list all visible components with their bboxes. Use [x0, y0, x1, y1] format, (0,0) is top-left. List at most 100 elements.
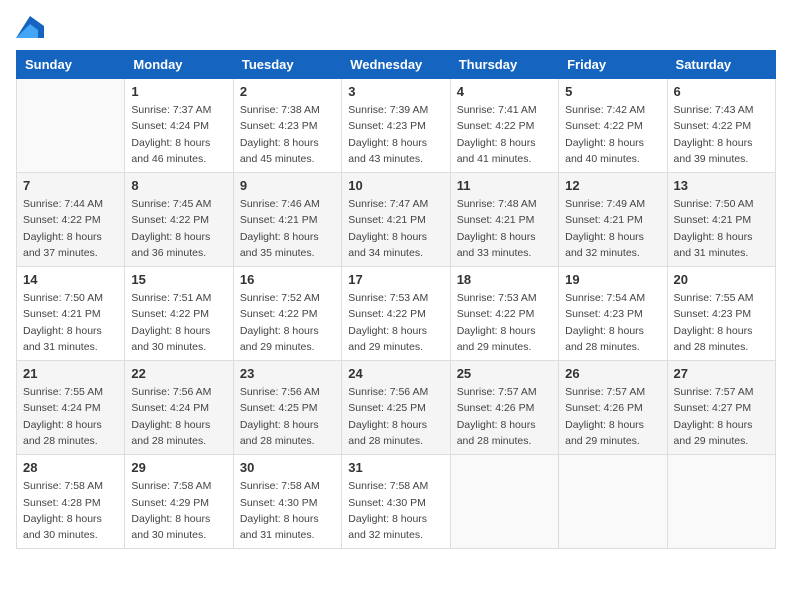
- calendar-day-cell: 25 Sunrise: 7:57 AMSunset: 4:26 PMDayligh…: [450, 361, 558, 455]
- calendar-week-row: 1 Sunrise: 7:37 AMSunset: 4:24 PMDaylight…: [17, 79, 776, 173]
- day-of-week-header: Saturday: [667, 51, 775, 79]
- day-number: 3: [348, 84, 443, 99]
- day-of-week-header: Thursday: [450, 51, 558, 79]
- day-number: 19: [565, 272, 660, 287]
- calendar-week-row: 28 Sunrise: 7:58 AMSunset: 4:28 PMDayligh…: [17, 455, 776, 549]
- day-number: 2: [240, 84, 335, 99]
- day-info: Sunrise: 7:37 AMSunset: 4:24 PMDaylight:…: [131, 102, 226, 167]
- calendar-day-cell: 2 Sunrise: 7:38 AMSunset: 4:23 PMDaylight…: [233, 79, 341, 173]
- day-info: Sunrise: 7:47 AMSunset: 4:21 PMDaylight:…: [348, 196, 443, 261]
- day-info: Sunrise: 7:58 AMSunset: 4:30 PMDaylight:…: [348, 478, 443, 543]
- calendar-day-cell: 26Sunrise: 7:57 AMSunset: 4:26 PMDayligh…: [559, 361, 667, 455]
- calendar-day-cell: 24Sunrise: 7:56 AMSunset: 4:25 PMDayligh…: [342, 361, 450, 455]
- day-number: 8: [131, 178, 226, 193]
- day-number: 21: [23, 366, 118, 381]
- day-number: 14: [23, 272, 118, 287]
- day-number: 9: [240, 178, 335, 193]
- calendar-day-cell: 6 Sunrise: 7:43 AMSunset: 4:22 PMDaylight…: [667, 79, 775, 173]
- calendar-day-cell: 13 Sunrise: 7:50 AMSunset: 4:21 PMDayligh…: [667, 173, 775, 267]
- day-info: Sunrise: 7:58 AMSunset: 4:28 PMDaylight:…: [23, 478, 118, 543]
- calendar-week-row: 7 Sunrise: 7:44 AMSunset: 4:22 PMDaylight…: [17, 173, 776, 267]
- day-number: 16: [240, 272, 335, 287]
- calendar-header-row: SundayMondayTuesdayWednesdayThursdayFrid…: [17, 51, 776, 79]
- calendar-day-cell: 30 Sunrise: 7:58 AMSunset: 4:30 PMDayligh…: [233, 455, 341, 549]
- calendar-day-cell: 19 Sunrise: 7:54 AMSunset: 4:23 PMDayligh…: [559, 267, 667, 361]
- day-info: Sunrise: 7:48 AMSunset: 4:21 PMDaylight:…: [457, 196, 552, 261]
- day-info: Sunrise: 7:44 AMSunset: 4:22 PMDaylight:…: [23, 196, 118, 261]
- calendar-day-cell: 15 Sunrise: 7:51 AMSunset: 4:22 PMDayligh…: [125, 267, 233, 361]
- day-number: 17: [348, 272, 443, 287]
- day-info: Sunrise: 7:38 AMSunset: 4:23 PMDaylight:…: [240, 102, 335, 167]
- day-number: 27: [674, 366, 769, 381]
- calendar-day-cell: [667, 455, 775, 549]
- calendar-day-cell: 22 Sunrise: 7:56 AMSunset: 4:24 PMDayligh…: [125, 361, 233, 455]
- calendar-week-row: 14 Sunrise: 7:50 AMSunset: 4:21 PMDayligh…: [17, 267, 776, 361]
- calendar-day-cell: 5 Sunrise: 7:42 AMSunset: 4:22 PMDaylight…: [559, 79, 667, 173]
- day-number: 23: [240, 366, 335, 381]
- day-of-week-header: Sunday: [17, 51, 125, 79]
- day-info: Sunrise: 7:53 AMSunset: 4:22 PMDaylight:…: [348, 290, 443, 355]
- calendar-day-cell: 28 Sunrise: 7:58 AMSunset: 4:28 PMDayligh…: [17, 455, 125, 549]
- logo: [16, 16, 48, 38]
- day-number: 31: [348, 460, 443, 475]
- day-info: Sunrise: 7:57 AMSunset: 4:26 PMDaylight:…: [457, 384, 552, 449]
- calendar-day-cell: 27 Sunrise: 7:57 AMSunset: 4:27 PMDayligh…: [667, 361, 775, 455]
- calendar-day-cell: 11 Sunrise: 7:48 AMSunset: 4:21 PMDayligh…: [450, 173, 558, 267]
- day-info: Sunrise: 7:43 AMSunset: 4:22 PMDaylight:…: [674, 102, 769, 167]
- day-info: Sunrise: 7:42 AMSunset: 4:22 PMDaylight:…: [565, 102, 660, 167]
- day-number: 28: [23, 460, 118, 475]
- day-number: 18: [457, 272, 552, 287]
- day-info: Sunrise: 7:55 AMSunset: 4:24 PMDaylight:…: [23, 384, 118, 449]
- day-number: 25: [457, 366, 552, 381]
- day-of-week-header: Wednesday: [342, 51, 450, 79]
- day-info: Sunrise: 7:46 AMSunset: 4:21 PMDaylight:…: [240, 196, 335, 261]
- day-info: Sunrise: 7:58 AMSunset: 4:30 PMDaylight:…: [240, 478, 335, 543]
- day-number: 20: [674, 272, 769, 287]
- calendar-day-cell: [17, 79, 125, 173]
- day-number: 7: [23, 178, 118, 193]
- calendar-day-cell: 4Sunrise: 7:41 AMSunset: 4:22 PMDaylight…: [450, 79, 558, 173]
- page-header: [16, 16, 776, 38]
- day-number: 1: [131, 84, 226, 99]
- calendar-day-cell: 14 Sunrise: 7:50 AMSunset: 4:21 PMDayligh…: [17, 267, 125, 361]
- calendar-day-cell: 21 Sunrise: 7:55 AMSunset: 4:24 PMDayligh…: [17, 361, 125, 455]
- day-info: Sunrise: 7:56 AMSunset: 4:24 PMDaylight:…: [131, 384, 226, 449]
- day-number: 4: [457, 84, 552, 99]
- day-info: Sunrise: 7:50 AMSunset: 4:21 PMDaylight:…: [23, 290, 118, 355]
- day-number: 15: [131, 272, 226, 287]
- day-info: Sunrise: 7:57 AMSunset: 4:27 PMDaylight:…: [674, 384, 769, 449]
- calendar-day-cell: 7 Sunrise: 7:44 AMSunset: 4:22 PMDaylight…: [17, 173, 125, 267]
- day-info: Sunrise: 7:50 AMSunset: 4:21 PMDaylight:…: [674, 196, 769, 261]
- day-number: 12: [565, 178, 660, 193]
- day-number: 30: [240, 460, 335, 475]
- calendar-day-cell: 1 Sunrise: 7:37 AMSunset: 4:24 PMDaylight…: [125, 79, 233, 173]
- calendar-day-cell: 10 Sunrise: 7:47 AMSunset: 4:21 PMDayligh…: [342, 173, 450, 267]
- day-of-week-header: Monday: [125, 51, 233, 79]
- calendar-day-cell: [559, 455, 667, 549]
- day-info: Sunrise: 7:49 AMSunset: 4:21 PMDaylight:…: [565, 196, 660, 261]
- calendar-day-cell: 9 Sunrise: 7:46 AMSunset: 4:21 PMDaylight…: [233, 173, 341, 267]
- calendar-day-cell: 17 Sunrise: 7:53 AMSunset: 4:22 PMDayligh…: [342, 267, 450, 361]
- day-number: 22: [131, 366, 226, 381]
- day-number: 13: [674, 178, 769, 193]
- day-info: Sunrise: 7:56 AMSunset: 4:25 PMDaylight:…: [240, 384, 335, 449]
- calendar-day-cell: [450, 455, 558, 549]
- day-number: 10: [348, 178, 443, 193]
- calendar-table: SundayMondayTuesdayWednesdayThursdayFrid…: [16, 50, 776, 549]
- day-of-week-header: Tuesday: [233, 51, 341, 79]
- calendar-day-cell: 18 Sunrise: 7:53 AMSunset: 4:22 PMDayligh…: [450, 267, 558, 361]
- day-number: 5: [565, 84, 660, 99]
- day-number: 26: [565, 366, 660, 381]
- calendar-day-cell: 16Sunrise: 7:52 AMSunset: 4:22 PMDayligh…: [233, 267, 341, 361]
- day-info: Sunrise: 7:51 AMSunset: 4:22 PMDaylight:…: [131, 290, 226, 355]
- day-info: Sunrise: 7:55 AMSunset: 4:23 PMDaylight:…: [674, 290, 769, 355]
- day-of-week-header: Friday: [559, 51, 667, 79]
- calendar-day-cell: 29Sunrise: 7:58 AMSunset: 4:29 PMDayligh…: [125, 455, 233, 549]
- day-info: Sunrise: 7:54 AMSunset: 4:23 PMDaylight:…: [565, 290, 660, 355]
- calendar-day-cell: 8Sunrise: 7:45 AMSunset: 4:22 PMDaylight…: [125, 173, 233, 267]
- day-number: 6: [674, 84, 769, 99]
- logo-icon: [16, 16, 44, 38]
- day-info: Sunrise: 7:53 AMSunset: 4:22 PMDaylight:…: [457, 290, 552, 355]
- day-number: 11: [457, 178, 552, 193]
- day-number: 29: [131, 460, 226, 475]
